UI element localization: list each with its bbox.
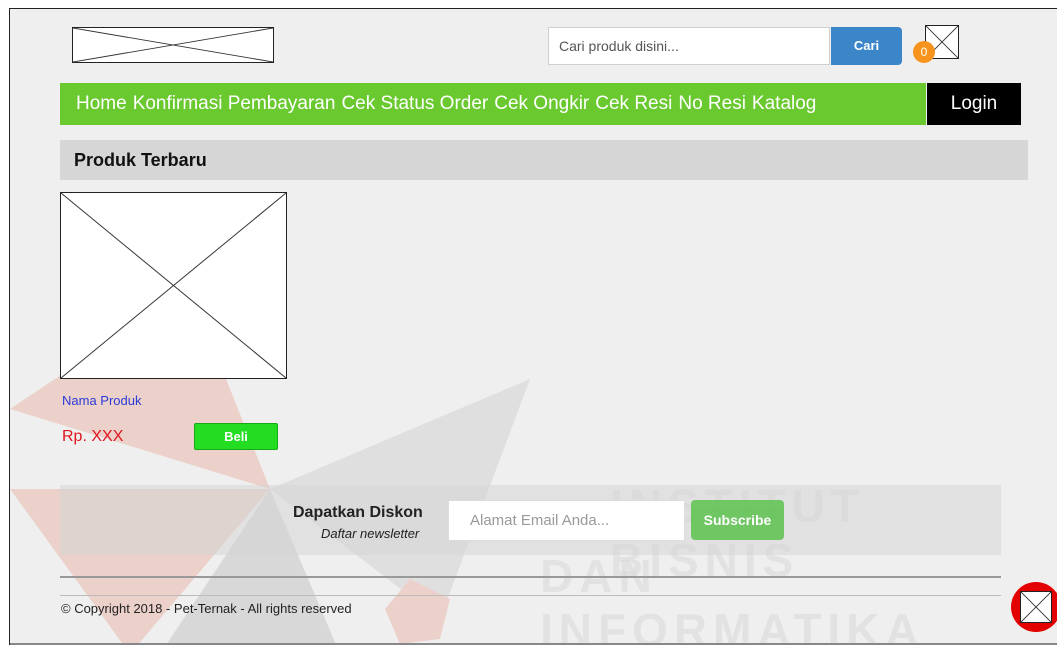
email-field[interactable]: Alamat Email Anda... <box>448 500 685 541</box>
copyright-text: © Copyright 2018 - Pet-Ternak - All righ… <box>61 601 352 616</box>
newsletter-title: Dapatkan Diskon <box>293 504 423 521</box>
nav-item-cek-status-order[interactable]: Cek Status Order <box>341 93 488 115</box>
login-button[interactable]: Login <box>927 83 1021 125</box>
subscribe-button[interactable]: Subscribe <box>691 500 784 540</box>
section-title: Produk Terbaru <box>60 140 1028 180</box>
product-name-link[interactable]: Nama Produk <box>62 393 141 408</box>
back-to-top-icon <box>1020 591 1052 623</box>
nav-item-cek-ongkir[interactable]: Cek Ongkir <box>494 93 589 115</box>
nav-item-konfirmasi-pembayaran[interactable]: Konfirmasi Pembayaran <box>133 93 336 115</box>
product-price: Rp. XXX <box>62 428 124 445</box>
back-to-top-button[interactable] <box>1011 582 1057 632</box>
page-frame: INSTITUT BISNIS DAN INFORMATIKA Cari pro… <box>9 8 1057 645</box>
footer-divider <box>60 576 1001 578</box>
nav-item-cek-resi[interactable]: Cek Resi <box>595 93 672 115</box>
cart-count-badge: 0 <box>913 41 935 63</box>
search-input[interactable]: Cari produk disini... <box>548 27 830 65</box>
nav-item-home[interactable]: Home <box>76 93 127 115</box>
nav-item-katalog[interactable]: Katalog <box>752 93 816 115</box>
buy-button[interactable]: Beli <box>194 423 278 450</box>
newsletter-subtitle: Daftar newsletter <box>321 526 420 541</box>
search-button[interactable]: Cari <box>831 27 902 65</box>
logo-placeholder[interactable] <box>72 27 274 63</box>
watermark-line2: DAN INFORMATIKA <box>540 550 925 645</box>
product-image[interactable] <box>60 192 287 379</box>
main-nav: Home Konfirmasi Pembayaran Cek Status Or… <box>60 83 926 125</box>
footer-divider-thin <box>60 595 1001 596</box>
nav-item-no-resi[interactable]: No Resi <box>678 93 746 115</box>
